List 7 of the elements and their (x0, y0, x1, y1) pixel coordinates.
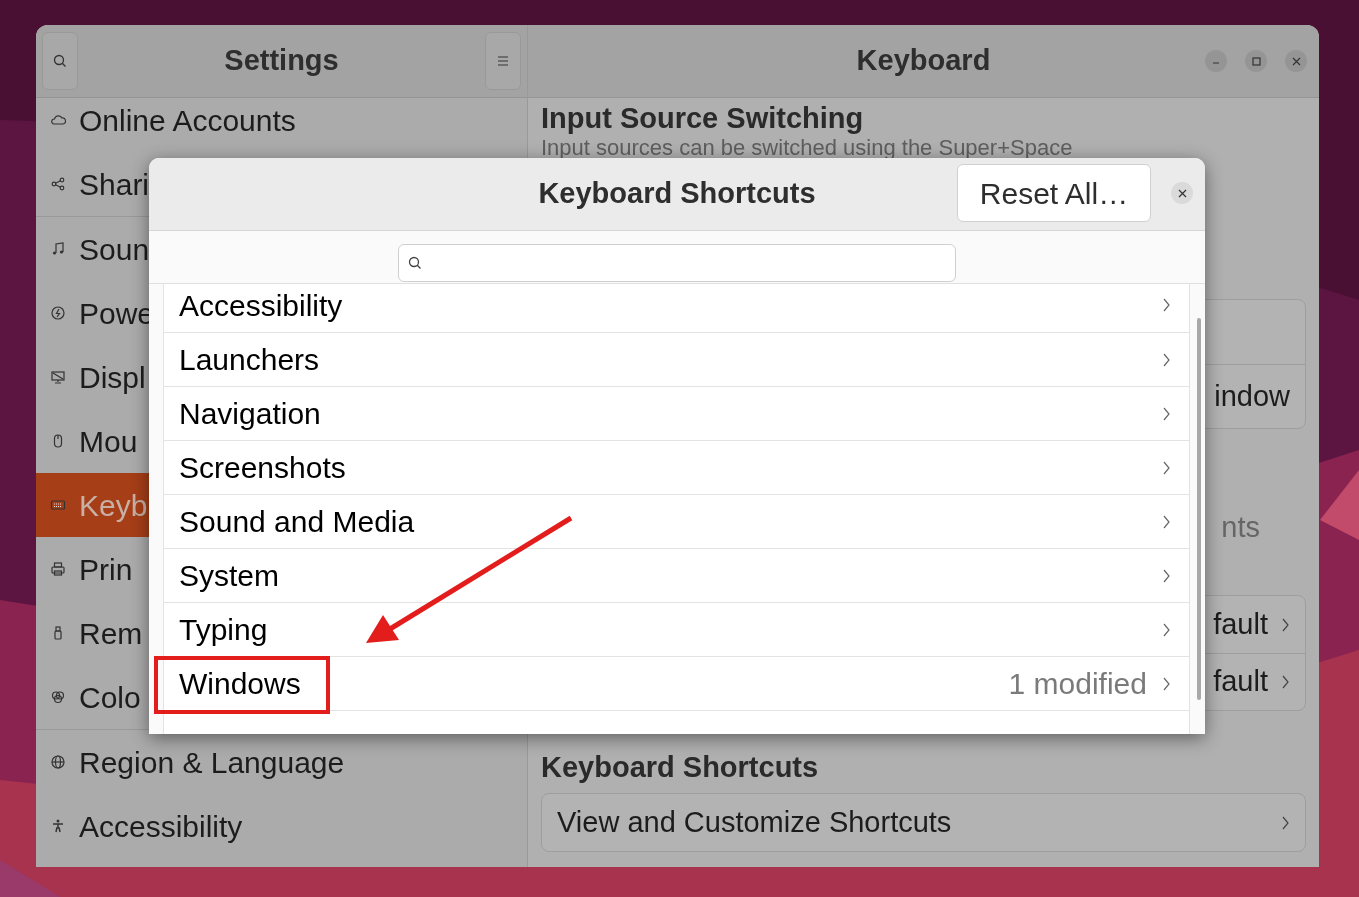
window-title: Keyboard (856, 43, 991, 79)
section-heading: Keyboard Shortcuts (541, 750, 820, 785)
description-text: Input sources can be switched using the Super+Space (541, 136, 1074, 160)
dialog-title: Keyboard Shortcuts (538, 176, 816, 212)
sidebar-title: Settings (224, 43, 339, 79)
section-heading: Input Source Switching (541, 101, 865, 136)
section-heading: nts (1221, 510, 1260, 545)
